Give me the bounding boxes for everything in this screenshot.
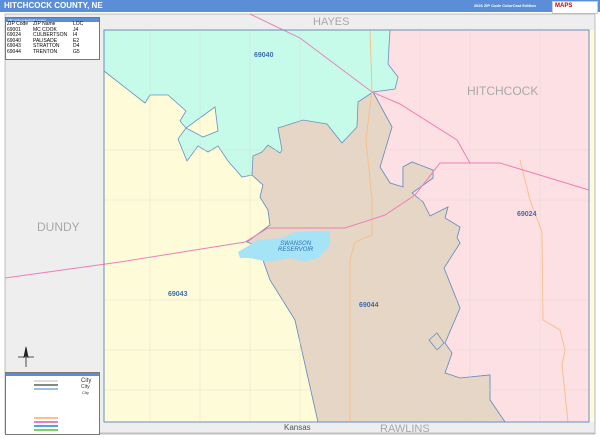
legend-swatch-county [34, 380, 58, 382]
zip-loc: G5 [73, 48, 80, 55]
zip-label-69040: 69040 [254, 52, 274, 59]
legend-swatch-state [34, 384, 58, 386]
map-legend: City City City [5, 372, 100, 435]
reservoir-label-line2: RESERVOIR [278, 247, 314, 253]
logo-mark: MAPS [555, 3, 573, 9]
county-label-hayes: HAYES [313, 16, 350, 28]
legend-swatch-zip [34, 388, 58, 390]
legend-swatch-us-hwy [34, 421, 58, 423]
county-label-dundy: DUNDY [37, 220, 80, 234]
legend-swatch-interstate [34, 425, 58, 427]
reservoir-label: SWANSON RESERVOIR [278, 241, 313, 253]
north-arrow-icon [18, 346, 34, 367]
map-title: HITCHCOCK COUNTY, NE [4, 1, 103, 10]
table-row: 69044 TRENTON G5 [6, 48, 99, 56]
zip-code: 69044 [7, 48, 21, 55]
legend-swatch-state-hwy [34, 417, 58, 419]
zip-name: TRENTON [33, 48, 58, 55]
zip-index-table: ZIP Code Index/Grid Locator ZIP Code ZIP… [5, 17, 100, 60]
edition-label: 2026 ZIP Code ColorCast Edition [473, 3, 536, 8]
title-bar: HITCHCOCK COUNTY, NE 2026 ZIP Code Color… [0, 0, 600, 12]
zip-label-69043: 69043 [168, 291, 188, 298]
state-label-kansas: Kansas [284, 423, 311, 432]
adjacent-zip-strip [589, 30, 594, 422]
county-label-hitchcock: HITCHCOCK [467, 84, 539, 98]
zip-label-69044: 69044 [359, 302, 379, 309]
legend-city-small: City [82, 390, 89, 395]
zip-label-69024: 69024 [517, 211, 537, 218]
county-label-rawlins: RAWLINS [380, 423, 430, 435]
legend-header [6, 373, 99, 376]
legend-swatch-toll [34, 429, 58, 431]
